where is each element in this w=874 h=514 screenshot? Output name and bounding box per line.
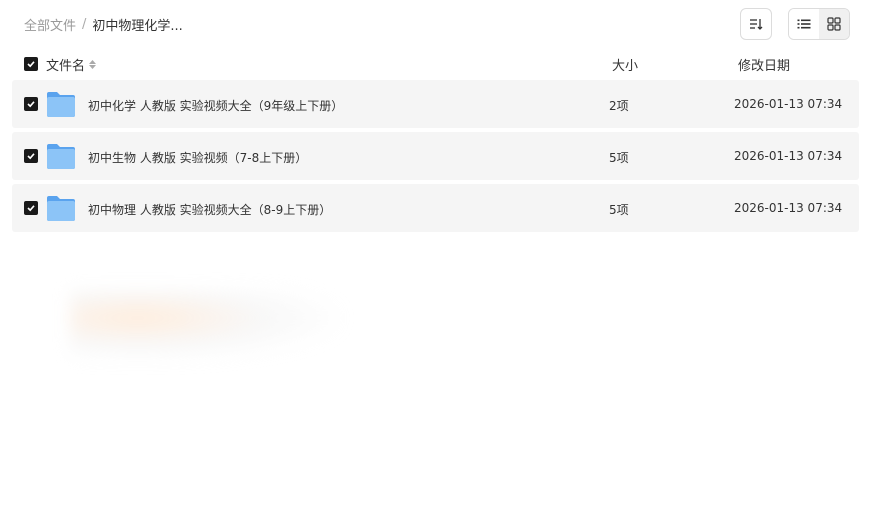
file-date: 2026-01-13 07:34 (734, 149, 843, 163)
select-all-checkbox[interactable] (24, 57, 38, 71)
sort-icon (750, 19, 763, 30)
file-date: 2026-01-13 07:34 (734, 97, 843, 111)
folder-icon (47, 196, 75, 221)
row-checkbox[interactable] (24, 201, 38, 215)
column-header-size[interactable]: 大小 (612, 55, 638, 74)
row-checkbox[interactable] (24, 97, 38, 111)
table-row[interactable]: 初中生物 人教版 实验视频（7-8上下册） 5项 2026-01-13 07:3… (12, 132, 859, 180)
file-name[interactable]: 初中物理 人教版 实验视频大全（8-9上下册） (88, 201, 331, 218)
file-size: 5项 (609, 151, 629, 165)
breadcrumb-separator: / (82, 16, 87, 32)
file-date: 2026-01-13 07:34 (734, 201, 843, 215)
sort-button[interactable] (740, 8, 772, 40)
column-header-date[interactable]: 修改日期 (738, 55, 790, 74)
row-checkbox[interactable] (24, 149, 38, 163)
breadcrumb-root-link[interactable]: 全部文件 (24, 15, 76, 34)
check-icon (27, 61, 35, 68)
file-name[interactable]: 初中生物 人教版 实验视频（7-8上下册） (88, 149, 307, 166)
table-header: 文件名 大小 修改日期 (12, 52, 859, 76)
file-size: 5项 (609, 203, 629, 217)
list-view-button[interactable] (789, 9, 819, 39)
grid-view-icon (827, 17, 841, 31)
list-view-icon (797, 19, 811, 29)
table-row[interactable]: 初中化学 人教版 实验视频大全（9年级上下册） 2项 2026-01-13 07… (12, 80, 859, 128)
file-browser: 全部文件 / 初中物理化学... 文件名 大小 修改日期 初中化学 人教版 实验… (0, 0, 874, 514)
check-icon (27, 205, 35, 212)
column-name-label: 文件名 (46, 59, 86, 74)
check-icon (27, 101, 35, 108)
grid-view-button[interactable] (819, 9, 849, 39)
folder-icon (47, 144, 75, 169)
blurred-decoration (70, 290, 340, 360)
file-list: 初中化学 人教版 实验视频大全（9年级上下册） 2项 2026-01-13 07… (12, 80, 859, 236)
column-header-name[interactable]: 文件名 (46, 55, 97, 74)
folder-icon (47, 92, 75, 117)
view-toggle (788, 8, 850, 40)
breadcrumb-current: 初中物理化学... (92, 18, 183, 34)
file-name[interactable]: 初中化学 人教版 实验视频大全（9年级上下册） (88, 97, 343, 114)
breadcrumb: 全部文件 / 初中物理化学... (24, 14, 183, 34)
check-icon (27, 153, 35, 160)
table-row[interactable]: 初中物理 人教版 实验视频大全（8-9上下册） 5项 2026-01-13 07… (12, 184, 859, 232)
file-size: 2项 (609, 99, 629, 113)
sort-caret-icon (89, 60, 97, 69)
